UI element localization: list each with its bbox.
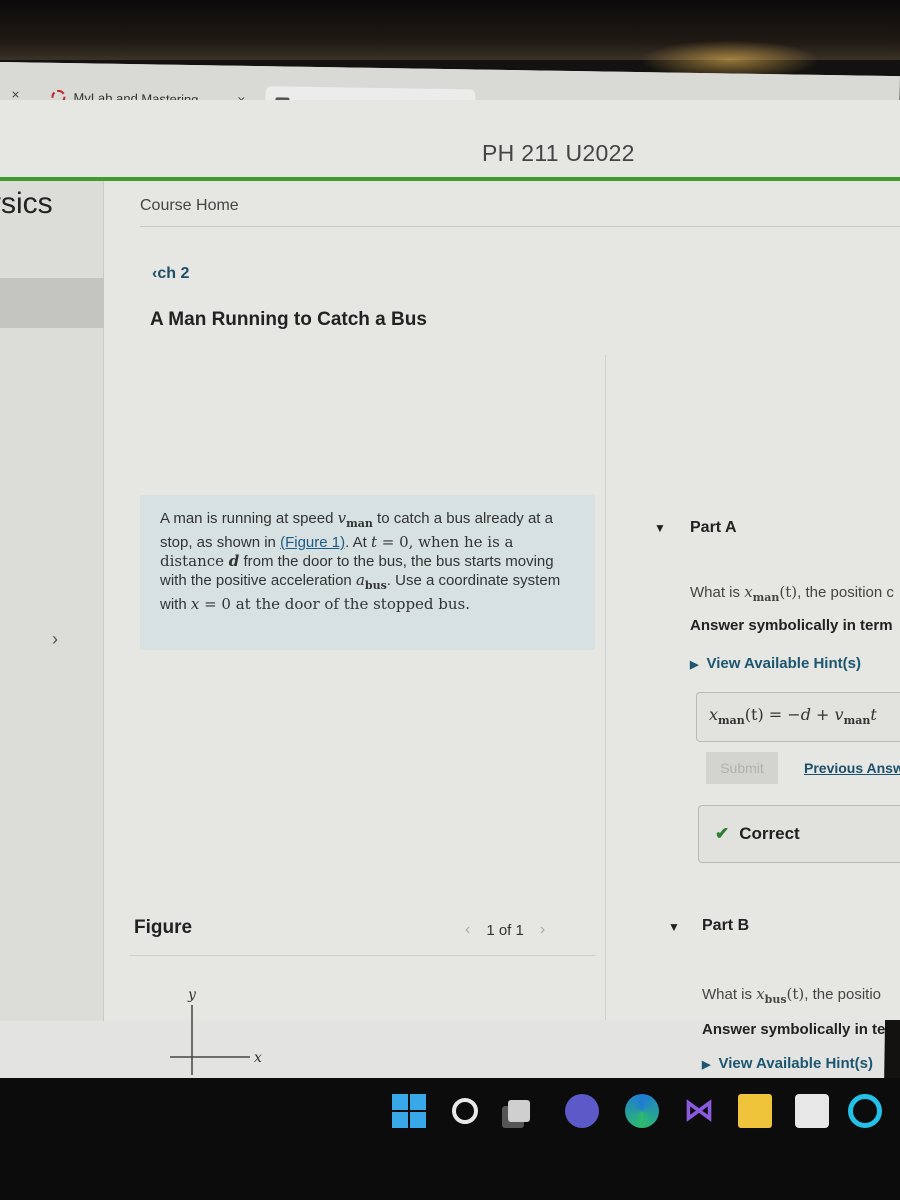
part-a-question: What is xman(t), the position c	[690, 583, 894, 604]
back-to-chapter-link[interactable]: ‹ch 2	[152, 265, 189, 283]
edge-icon[interactable]	[625, 1094, 659, 1128]
subscript: man	[843, 714, 871, 728]
text: . At	[345, 534, 371, 551]
breadcrumb-divider	[140, 226, 900, 227]
var: v	[337, 509, 347, 527]
subscript: man	[346, 517, 373, 530]
figure-heading: Figure	[134, 917, 193, 938]
breadcrumb-course-home[interactable]: Course Home	[140, 197, 239, 215]
part-a-title: Part A	[690, 519, 737, 536]
chevron-right-icon[interactable]: ›	[52, 629, 58, 650]
feedback-text: Correct	[739, 824, 800, 843]
problem-title: A Man Running to Catch a Bus	[150, 309, 427, 330]
problem-pane: A man is running at speed vman to catch …	[110, 355, 605, 1175]
var: x	[709, 705, 719, 724]
subscript: man	[752, 591, 780, 604]
subscript: bus	[764, 993, 787, 1006]
text: , the position c	[797, 584, 894, 601]
figure-pager: ‹ 1 of 1 ›	[465, 921, 545, 939]
var: x	[756, 985, 765, 1003]
answer-lhs: xman	[709, 705, 745, 728]
task-view-icon[interactable]	[508, 1100, 530, 1122]
part-b-title: Part B	[702, 917, 750, 934]
check-icon: ✔	[715, 824, 730, 843]
math-v: vman	[337, 509, 373, 530]
math-x-bus: xbus	[756, 985, 787, 1006]
figure-page-count: 1 of 1	[486, 921, 524, 939]
subscript: bus	[364, 579, 387, 592]
meet-icon[interactable]	[565, 1094, 599, 1128]
part-a-hints-link[interactable]: ▶ View Available Hint(s)	[690, 655, 861, 672]
prev-figure-button[interactable]: ‹	[465, 921, 470, 939]
part-b-question: What is xbus(t), the positio	[702, 985, 881, 1006]
figure-diagram: y x	[170, 987, 262, 1075]
part-a-answer-field[interactable]: xman(t) = −d + vmant	[696, 692, 900, 742]
problem-statement: A man is running at speed vman to catch …	[140, 495, 595, 650]
sidebar: ysics ›	[0, 181, 104, 1021]
store-icon[interactable]	[795, 1094, 829, 1128]
page-content: PH 211 U2022 ysics › Course Home ‹ch 2 A…	[0, 100, 900, 1175]
caret-right-icon: ▶	[690, 659, 699, 671]
expr-tail: t	[870, 705, 877, 724]
text: = 0 at the door of the stopped bus.	[199, 595, 471, 613]
arg: (t) =	[744, 705, 788, 724]
math-d: d	[228, 552, 240, 570]
previous-answers-link[interactable]: Previous Answ	[804, 760, 900, 776]
collapse-part-b-icon[interactable]: ▼	[668, 920, 680, 934]
text: What is	[702, 986, 757, 1003]
alexa-icon[interactable]	[848, 1094, 882, 1128]
course-title: PH 211 U2022	[482, 140, 635, 166]
expr: −d + v	[787, 705, 844, 724]
questions-pane: ▼ Part A What is xman(t), the position c…	[605, 355, 900, 1072]
collapse-part-a-icon[interactable]: ▼	[654, 521, 666, 535]
header-divider	[0, 177, 900, 181]
text: A man is running at speed	[160, 510, 338, 527]
answer-rhs: −d + vmant	[787, 705, 877, 728]
arg: (t)	[779, 583, 798, 601]
caret-right-icon: ▶	[702, 1059, 711, 1071]
var: x	[744, 583, 753, 601]
visual-studio-icon[interactable]: ⋈	[682, 1094, 716, 1128]
start-icon[interactable]	[392, 1094, 426, 1128]
brand-title: ysics	[0, 187, 53, 220]
file-explorer-icon[interactable]	[738, 1094, 772, 1128]
y-axis-label: y	[187, 987, 197, 1003]
windows-taskbar: ⋈	[0, 1078, 900, 1200]
next-figure-button[interactable]: ›	[540, 921, 545, 939]
part-a-feedback: ✔ Correct	[698, 805, 900, 863]
part-a-instruction: Answer symbolically in term	[690, 617, 893, 634]
search-icon[interactable]	[452, 1098, 478, 1124]
hint-label: View Available Hint(s)	[718, 1055, 873, 1072]
hint-label: View Available Hint(s)	[706, 655, 861, 672]
part-b-instruction: Answer symbolically in te	[702, 1021, 886, 1038]
subscript: man	[718, 714, 745, 728]
submit-button[interactable]: Submit	[706, 752, 778, 784]
var: a	[355, 571, 365, 589]
math-x-man: xman	[744, 583, 780, 604]
part-b-hints-link[interactable]: ▶ View Available Hint(s)	[702, 1055, 873, 1072]
sidebar-item-selected[interactable]	[0, 278, 104, 328]
math-a: abus	[355, 571, 387, 592]
figure-link[interactable]: (Figure 1)	[280, 534, 345, 551]
x-axis-label: x	[254, 1050, 262, 1066]
text: , the positio	[804, 986, 881, 1003]
arg: (t)	[786, 985, 805, 1003]
figure-divider	[130, 955, 595, 956]
text: What is	[690, 584, 745, 601]
